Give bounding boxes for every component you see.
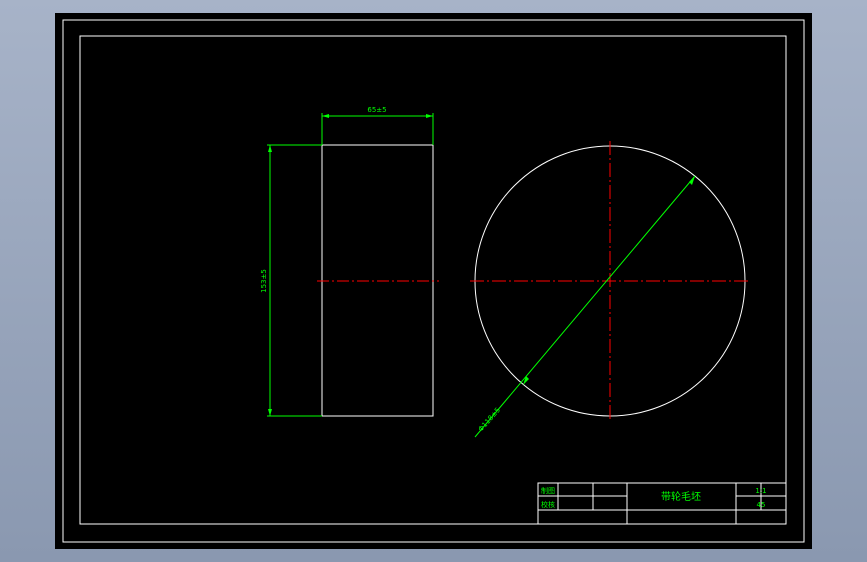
title-block-part-name: 带轮毛坯: [661, 490, 701, 503]
width-dimension: 65±5: [321, 106, 434, 145]
width-dimension-label: 65±5: [367, 106, 386, 114]
title-block-scale: 1:1: [755, 487, 766, 495]
front-view: [470, 141, 750, 421]
title-block: 制图 校核 带轮毛坯 1:1 45: [537, 482, 787, 525]
diameter-dimension-label: Φ118±5: [477, 406, 502, 433]
title-block-checked-by-label: 校核: [541, 500, 555, 509]
side-view: [317, 144, 439, 417]
diameter-dimension: Φ118±5: [474, 175, 696, 438]
drawing-sheet: 65±5 153±5 Φ118±5 制图 校核 带轮毛坯 1:1 45: [55, 13, 812, 549]
title-block-drawn-by-label: 制图: [541, 486, 555, 495]
cad-drawing: 65±5 153±5 Φ118±5 制图 校核 带轮毛坯 1:1 45: [62, 19, 805, 543]
title-block-material: 45: [757, 501, 766, 509]
height-dimension-label: 153±5: [260, 269, 268, 293]
height-dimension: 153±5: [260, 144, 322, 417]
